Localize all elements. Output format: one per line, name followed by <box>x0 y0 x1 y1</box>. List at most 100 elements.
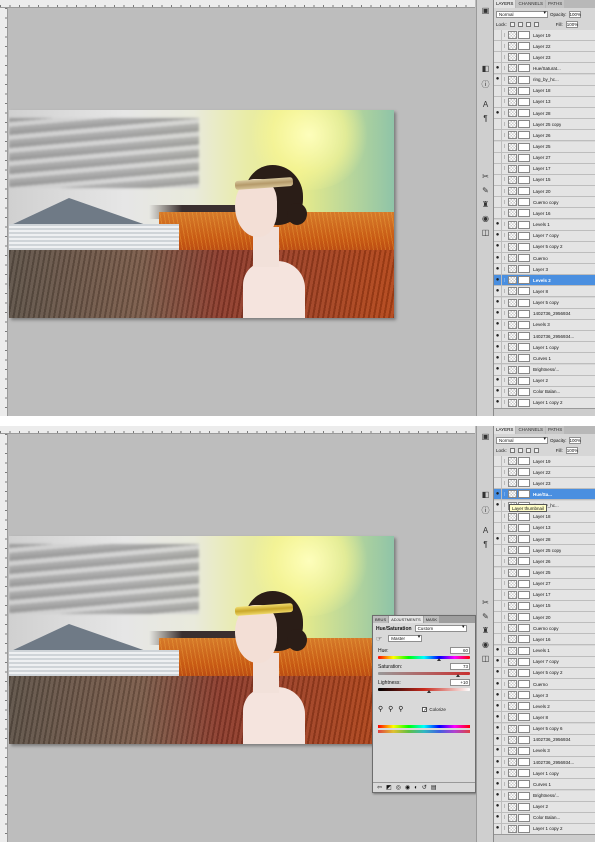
tab-paths[interactable]: PATHS <box>545 426 565 434</box>
layer-thumbnail[interactable] <box>508 120 517 129</box>
visibility-eye-icon[interactable]: ● <box>494 678 502 690</box>
layer-mask-thumbnail[interactable] <box>518 813 530 822</box>
layer-name[interactable]: Color Balan... <box>533 389 560 394</box>
layer-mask-thumbnail[interactable] <box>518 254 530 262</box>
layer-name[interactable]: Layer 1 copy 2 <box>533 826 563 831</box>
visibility-eye-icon[interactable]: ● <box>494 85 502 97</box>
visibility-eye-icon[interactable]: ● <box>494 567 502 578</box>
return-icon[interactable]: ⇦ <box>377 784 382 791</box>
layer-row[interactable]: ● ⁞ Color Balan... <box>494 812 595 824</box>
layer-name[interactable]: Layer 16 <box>533 211 551 216</box>
layer-thumbnail[interactable] <box>508 64 517 73</box>
visibility-eye-icon[interactable]: ● <box>494 163 502 175</box>
layer-mask-thumbnail[interactable] <box>518 320 530 329</box>
layer-mask-thumbnail[interactable] <box>518 724 530 733</box>
lock-position-icon[interactable] <box>525 447 531 453</box>
eyedropper-minus-icon[interactable]: ⚲ <box>398 705 403 713</box>
history-icon[interactable]: ▣ <box>480 6 491 16</box>
layer-name[interactable]: Layer 19 <box>533 33 551 38</box>
blend-mode-select[interactable]: Normal <box>496 10 548 18</box>
layer-mask-thumbnail[interactable] <box>518 468 530 477</box>
hue-field[interactable]: 60 <box>450 647 470 654</box>
fill-field[interactable]: 100% <box>565 446 578 454</box>
layer-name[interactable]: Layer 2 <box>533 804 548 809</box>
layer-mask-thumbnail[interactable] <box>518 387 530 396</box>
layer-row[interactable]: ● ⁞ Layer 28 <box>494 533 595 546</box>
layer-row[interactable]: ●⁞ Layer 26 <box>494 129 595 142</box>
layer-thumbnail[interactable] <box>508 802 517 811</box>
layer-mask-thumbnail[interactable] <box>518 780 530 789</box>
saturation-slider-knob[interactable] <box>455 674 460 677</box>
visibility-eye-icon[interactable]: ● <box>494 51 502 63</box>
layer-thumbnail[interactable] <box>508 198 517 207</box>
layer-thumbnail[interactable] <box>508 735 517 744</box>
layer-row[interactable]: ● ⁞ Brightness/... <box>494 364 595 376</box>
layer-thumbnail[interactable] <box>508 780 517 789</box>
layer-mask-thumbnail[interactable] <box>518 769 530 778</box>
layer-row[interactable]: ● ⁞ Cuerno <box>494 252 595 264</box>
layer-thumbnail[interactable] <box>508 657 517 666</box>
layer-thumbnail[interactable] <box>508 557 517 566</box>
visibility-eye-icon[interactable]: ● <box>494 118 502 130</box>
layer-thumbnail[interactable] <box>508 824 517 833</box>
masks-icon[interactable]: ◫ <box>480 228 491 238</box>
layer-name[interactable]: Layer 13 <box>533 99 551 104</box>
layer-name[interactable]: Cuerno copy <box>533 200 559 205</box>
character-icon[interactable]: A <box>480 100 491 110</box>
layer-row[interactable]: ●⁞ Layer 25 copy <box>494 118 595 131</box>
fill-field[interactable]: 100% <box>565 20 578 28</box>
lock-transparent-icon[interactable] <box>509 447 515 453</box>
layer-mask-thumbnail[interactable] <box>518 31 530 39</box>
layer-thumbnail[interactable] <box>508 668 517 677</box>
layer-row[interactable]: ●⁞ Layer 22 <box>494 40 595 53</box>
layer-row[interactable]: ● ⁞ Layer 5 copy <box>494 297 595 309</box>
layer-thumbnail[interactable] <box>508 320 517 329</box>
visibility-eye-icon[interactable]: ● <box>494 544 502 556</box>
tab-layers[interactable]: LAYERS <box>494 0 516 8</box>
visibility-eye-icon[interactable]: ● <box>494 330 502 342</box>
layer-mask-thumbnail[interactable] <box>518 120 530 129</box>
lock-position-icon[interactable] <box>525 21 531 27</box>
info-icon[interactable]: ⓘ <box>480 506 491 516</box>
layer-thumbnail[interactable] <box>508 231 517 240</box>
visibility-eye-icon[interactable]: ● <box>494 689 502 701</box>
masks-icon[interactable]: ◫ <box>480 654 491 664</box>
layer-row[interactable]: ● ⁞ Layer 8 <box>494 711 595 724</box>
layer-mask-thumbnail[interactable] <box>518 86 530 95</box>
layer-thumbnail[interactable] <box>508 220 517 229</box>
layer-name[interactable]: Curves 1 <box>533 782 551 787</box>
layer-row[interactable]: ●⁞ Layer 25 copy <box>494 544 595 557</box>
layer-mask-thumbnail[interactable] <box>518 802 530 811</box>
layer-row[interactable]: ● ⁞ Layer 1 copy <box>494 767 595 780</box>
layer-name[interactable]: Layer 25 <box>533 570 551 575</box>
layer-thumbnail[interactable] <box>508 53 517 62</box>
layer-name[interactable]: Layer 5 copy 2 <box>533 670 563 675</box>
document-artwork[interactable] <box>9 536 394 744</box>
clone-source-icon[interactable]: ♜ <box>480 626 491 636</box>
tool-presets-icon[interactable]: ✂ <box>480 598 491 608</box>
layer-mask-thumbnail[interactable] <box>518 242 530 251</box>
layer-thumbnail[interactable] <box>508 97 517 106</box>
character-icon[interactable]: A <box>480 526 491 536</box>
layer-mask-thumbnail[interactable] <box>518 680 530 688</box>
layer-name[interactable]: 1402736_2956934 <box>533 311 571 316</box>
layer-mask-thumbnail[interactable] <box>518 309 530 318</box>
layer-name[interactable]: Layer 15 <box>533 177 551 182</box>
lock-transparent-icon[interactable] <box>509 21 515 27</box>
layer-thumbnail[interactable] <box>508 332 517 341</box>
layer-thumbnail[interactable] <box>508 298 517 307</box>
visibility-eye-icon[interactable]: ● <box>494 756 502 768</box>
layer-name[interactable]: Hue/Sa... <box>533 492 552 497</box>
layer-mask-thumbnail[interactable] <box>518 398 530 407</box>
layer-row[interactable]: ●⁞ Layer 23 <box>494 51 595 64</box>
layer-row[interactable]: ● ⁞ Layer 1 copy <box>494 341 595 354</box>
tool-presets-icon[interactable]: ✂ <box>480 172 491 182</box>
layer-thumbnail[interactable] <box>508 109 517 118</box>
visibility-eye-icon[interactable]: ● <box>494 589 502 601</box>
layer-thumbnail[interactable] <box>508 468 517 477</box>
layer-mask-thumbnail[interactable] <box>518 590 530 599</box>
layer-mask-thumbnail[interactable] <box>518 523 530 532</box>
layer-mask-thumbnail[interactable] <box>518 568 530 577</box>
layer-name[interactable]: Levels 1 <box>533 648 550 653</box>
layer-mask-thumbnail[interactable] <box>518 42 530 51</box>
